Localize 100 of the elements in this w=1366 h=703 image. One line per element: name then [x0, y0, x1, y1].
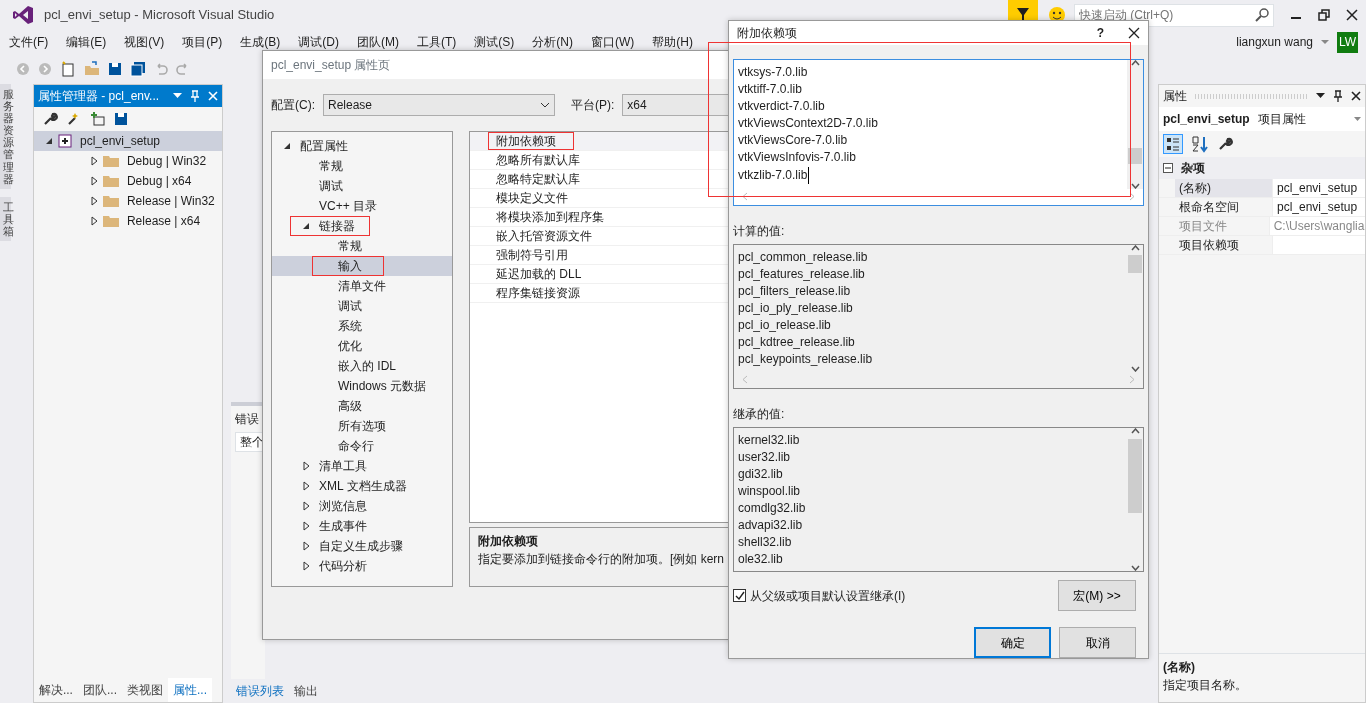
tree-item[interactable]: Release | x64	[33, 211, 222, 231]
user-name[interactable]: liangxun wang	[1236, 33, 1313, 51]
scrollbar[interactable]	[1127, 427, 1143, 571]
scroll-down-icon[interactable]	[1130, 182, 1140, 189]
scroll-up-icon[interactable]	[1130, 244, 1140, 251]
collapse-arrow-icon[interactable]	[282, 141, 292, 151]
menu-item[interactable]: 生成(B)	[231, 33, 290, 51]
property-name[interactable]: 忽略特定默认库	[488, 170, 588, 188]
menu-item[interactable]: 视图(V)	[115, 33, 174, 51]
property-name[interactable]: 忽略所有默认库	[488, 151, 588, 169]
sort-alphabetical-icon[interactable]	[1191, 135, 1209, 153]
tree-item[interactable]: Debug | Win32	[33, 151, 222, 171]
tree-item[interactable]: 链接器	[272, 216, 452, 236]
tree-item[interactable]: 系统	[272, 316, 452, 336]
tree-item[interactable]: 常规	[272, 156, 452, 176]
dropdown-icon[interactable]	[1316, 93, 1325, 99]
tree-item[interactable]: Release | Win32	[33, 191, 222, 211]
scope-dropdown[interactable]: 整个	[234, 432, 265, 452]
panel-tab[interactable]: 属性...	[168, 678, 212, 702]
property-pages-icon[interactable]	[1217, 136, 1233, 152]
menu-item[interactable]: 窗口(W)	[582, 33, 644, 51]
restore-icon[interactable]	[1318, 9, 1330, 21]
inherit-checkbox[interactable]: 从父级或项目默认设置继承(I)	[733, 586, 1058, 605]
expand-arrow-icon[interactable]	[88, 196, 99, 206]
tree-item[interactable]: 配置属性	[272, 136, 452, 156]
close-icon[interactable]	[1128, 26, 1140, 39]
categorized-icon[interactable]	[1163, 134, 1183, 154]
open-folder-icon[interactable]	[84, 61, 100, 77]
collapse-icon[interactable]	[1163, 163, 1173, 173]
panel-tab[interactable]: 团队...	[77, 678, 122, 702]
tree-item[interactable]: XML 文档生成器	[272, 476, 452, 496]
property-name[interactable]: 将模块添加到程序集	[488, 208, 612, 226]
tree-item[interactable]: 清单文件	[272, 276, 452, 296]
menu-item[interactable]: 分析(N)	[523, 33, 582, 51]
property-name[interactable]: 模块定义文件	[488, 189, 576, 207]
property-value[interactable]: pcl_envi_setup	[1273, 198, 1365, 216]
menu-item[interactable]: 帮助(H)	[643, 33, 702, 51]
list-line[interactable]: vtkViewsContext2D-7.0.lib	[738, 114, 1127, 132]
tree-item[interactable]: 调试	[272, 176, 452, 196]
tree-item[interactable]: 调试	[272, 296, 452, 316]
tree-item[interactable]: 生成事件	[272, 516, 452, 536]
tree-item[interactable]: 高级	[272, 396, 452, 416]
tree-item[interactable]: 优化	[272, 336, 452, 356]
save-icon[interactable]	[108, 62, 122, 76]
tree-item[interactable]: VC++ 目录	[272, 196, 452, 216]
close-icon[interactable]	[1346, 9, 1358, 21]
menu-item[interactable]: 工具(T)	[408, 33, 466, 51]
tree-item[interactable]: Debug | x64	[33, 171, 222, 191]
property-name[interactable]: 延迟加载的 DLL	[488, 265, 590, 283]
tree-item[interactable]: 命令行	[272, 436, 452, 456]
menu-item[interactable]: 编辑(E)	[57, 33, 116, 51]
panel-tab[interactable]: 类视图	[122, 678, 168, 702]
expand-arrow-icon[interactable]	[88, 176, 99, 186]
add-existing-property-sheet-icon[interactable]	[89, 111, 106, 127]
tree-item[interactable]: 嵌入的 IDL	[272, 356, 452, 376]
expand-arrow-icon[interactable]	[88, 216, 99, 226]
property-name[interactable]: 程序集链接资源	[488, 284, 588, 302]
tree-item[interactable]: 清单工具	[272, 456, 452, 476]
list-line[interactable]: vtkViewsInfovis-7.0.lib	[738, 148, 1127, 166]
panel-tab[interactable]: 解决...	[33, 678, 78, 702]
tree-item[interactable]: pcl_envi_setup	[33, 131, 222, 151]
ok-button[interactable]: 确定	[974, 627, 1051, 658]
scrollbar[interactable]	[1127, 244, 1143, 372]
close-icon[interactable]	[1351, 91, 1361, 101]
tree-item[interactable]: 浏览信息	[272, 496, 452, 516]
collapse-arrow-icon[interactable]	[301, 221, 311, 231]
macros-button[interactable]: 宏(M) >>	[1058, 580, 1136, 611]
tree-item[interactable]: 自定义生成步骤	[272, 536, 452, 556]
list-line[interactable]: vtksys-7.0.lib	[738, 63, 1127, 81]
tree-item[interactable]: 常规	[272, 236, 452, 256]
property-value[interactable]: pcl_envi_setup	[1273, 179, 1365, 197]
save-icon[interactable]	[113, 112, 128, 126]
scrollbar[interactable]	[1127, 59, 1143, 189]
list-line[interactable]: vtkViewsCore-7.0.lib	[738, 131, 1127, 149]
scroll-up-icon[interactable]	[1130, 59, 1140, 66]
pin-icon[interactable]	[1333, 90, 1343, 102]
scroll-thumb[interactable]	[1128, 438, 1142, 513]
dependencies-field[interactable]: vtksys-7.0.lib vtktiff-7.0.lib vtkverdict-7.0.lib vtkViewsContext2D-7.0.lib vtkViewsCore-7.0.lib vtkViewsInfovis-7.0.lib vtkzlib-7.0.lib	[733, 58, 1144, 206]
tree-item[interactable]: 输入	[272, 256, 452, 276]
menu-item[interactable]: 文件(F)	[0, 33, 58, 51]
expand-arrow-icon[interactable]	[88, 156, 99, 166]
menu-item[interactable]: 团队(M)	[348, 33, 408, 51]
menu-item[interactable]: 测试(S)	[465, 33, 524, 51]
panel-tab[interactable]: 错误列表	[230, 679, 289, 703]
cancel-button[interactable]: 取消	[1059, 627, 1136, 658]
property-name[interactable]: 嵌入托管资源文件	[488, 227, 600, 245]
tree-item[interactable]: 代码分析	[272, 556, 452, 576]
panel-tab[interactable]: 输出	[288, 679, 323, 703]
property-name[interactable]: (名称)	[1175, 179, 1273, 197]
list-line[interactable]: vtkverdict-7.0.lib	[738, 97, 1127, 115]
menu-item[interactable]: 调试(D)	[289, 33, 348, 51]
scroll-up-icon[interactable]	[1130, 427, 1140, 434]
save-all-icon[interactable]	[130, 61, 146, 77]
menu-item[interactable]: 项目(P)	[173, 33, 232, 51]
property-name[interactable]: 强制符号引用	[488, 246, 576, 264]
object-dropdown[interactable]: pcl_envi_setup 项目属性	[1159, 107, 1365, 131]
dropdown-caret-icon[interactable]	[1321, 39, 1329, 45]
scroll-down-icon[interactable]	[1130, 365, 1140, 372]
user-avatar[interactable]: LW	[1337, 31, 1358, 53]
scroll-down-icon[interactable]	[1130, 565, 1140, 571]
